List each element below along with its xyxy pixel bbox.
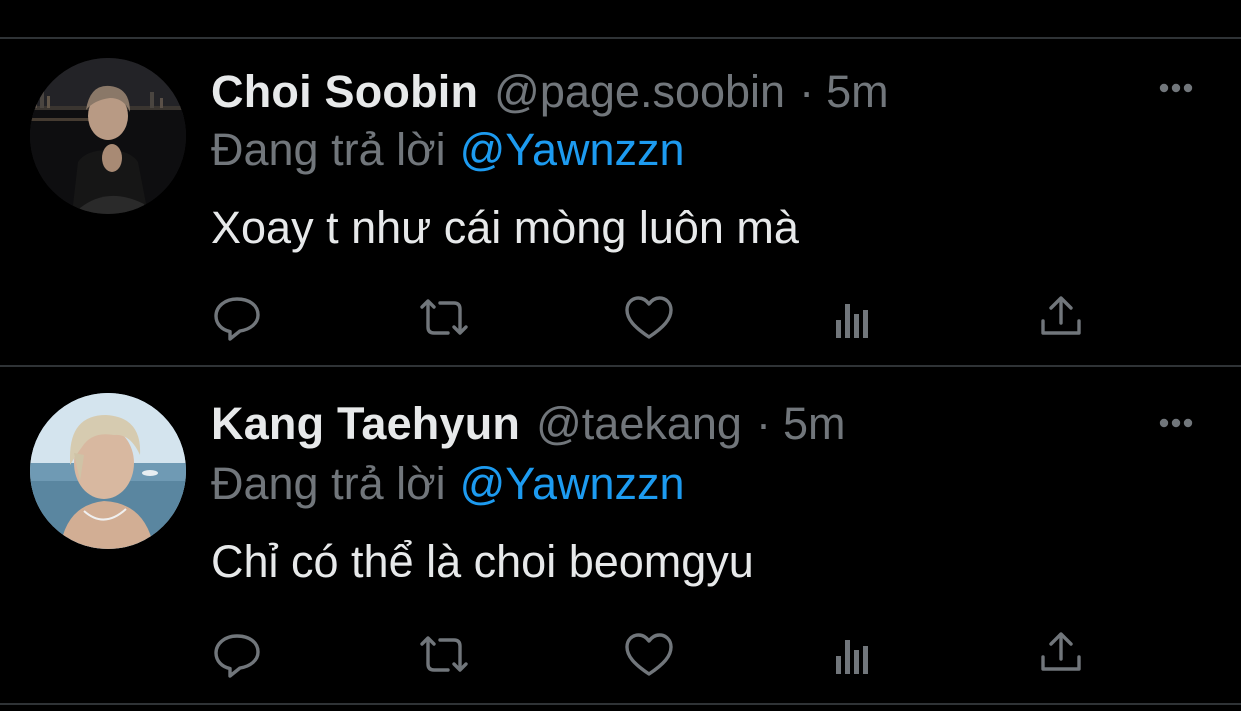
user-handle[interactable]: @page.soobin	[494, 62, 785, 122]
reply-icon	[214, 634, 260, 678]
user-handle[interactable]: @taekang	[536, 394, 742, 454]
reply-mention-link[interactable]: @Yawnzzn	[460, 458, 685, 509]
views-button[interactable]	[830, 296, 880, 346]
views-button[interactable]	[830, 632, 880, 682]
retweet-button[interactable]	[416, 630, 472, 680]
avatar-photo-beach	[30, 393, 186, 549]
share-button[interactable]	[1036, 627, 1086, 677]
tweet-2[interactable]: Kang Taehyun @taekang · 5m Đang trả lời @…	[0, 368, 1241, 703]
reply-button[interactable]	[212, 293, 262, 343]
display-name[interactable]: Choi Soobin	[211, 62, 478, 122]
separator: ·	[799, 66, 815, 117]
avatar[interactable]	[30, 393, 186, 549]
share-icon	[1041, 296, 1081, 335]
like-button[interactable]	[624, 630, 674, 680]
views-icon	[836, 640, 868, 674]
display-name[interactable]: Kang Taehyun	[211, 394, 520, 454]
bottom-divider	[0, 703, 1241, 705]
retweet-icon	[420, 299, 468, 335]
like-icon	[625, 633, 673, 676]
tweet-header: Choi Soobin @page.soobin · 5m	[211, 62, 889, 122]
reply-icon	[214, 297, 260, 341]
timestamp[interactable]: 5m	[826, 62, 889, 122]
separator: ·	[755, 398, 771, 449]
reply-button[interactable]	[212, 630, 262, 680]
reply-context: Đang trả lời @Yawnzzn	[211, 120, 685, 180]
tweet-header: Kang Taehyun @taekang · 5m	[211, 394, 845, 454]
more-options-icon[interactable]	[1156, 80, 1196, 96]
reply-prefix: Đang trả lời	[211, 458, 446, 509]
reply-prefix: Đang trả lời	[211, 124, 446, 175]
like-button[interactable]	[624, 293, 674, 343]
tweet-text: Xoay t như cái mòng luôn mà	[211, 202, 799, 253]
share-icon	[1041, 632, 1081, 671]
reply-context: Đang trả lời @Yawnzzn	[211, 454, 685, 514]
avatar-photo-night-city	[30, 58, 186, 214]
views-icon	[836, 304, 868, 338]
share-button[interactable]	[1036, 291, 1086, 341]
avatar[interactable]	[30, 58, 186, 214]
reply-mention-link[interactable]: @Yawnzzn	[460, 124, 685, 175]
like-icon	[625, 296, 673, 339]
more-options-icon[interactable]	[1156, 415, 1196, 431]
tweet-divider	[0, 365, 1241, 367]
timestamp[interactable]: 5m	[783, 394, 846, 454]
tweet-text: Chỉ có thể là choi beomgyu	[211, 536, 754, 587]
tweet-1[interactable]: Choi Soobin @page.soobin · 5m Đang trả l…	[0, 40, 1241, 365]
retweet-icon	[420, 636, 468, 672]
top-divider	[0, 37, 1241, 39]
retweet-button[interactable]	[416, 293, 472, 343]
